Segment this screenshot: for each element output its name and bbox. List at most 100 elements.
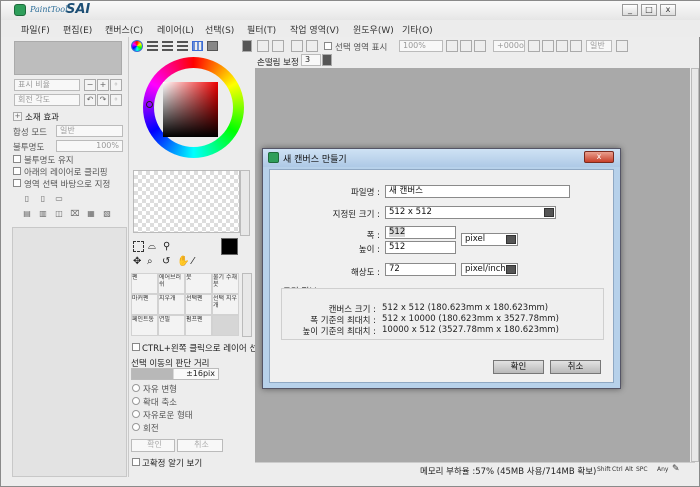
selection-source-checkbox[interactable] bbox=[13, 179, 21, 187]
display-mode-icon[interactable] bbox=[616, 40, 628, 52]
color-wheel-mode-icon[interactable] bbox=[131, 40, 143, 52]
tool-pen[interactable]: 펜 bbox=[131, 273, 158, 294]
menu-window[interactable]: 윈도우(W) bbox=[353, 23, 394, 36]
stabilizer-select[interactable]: 3 bbox=[301, 54, 321, 66]
filename-input[interactable]: 새 캔버스 bbox=[385, 185, 570, 198]
transform-ok-button[interactable]: 확인 bbox=[131, 439, 175, 452]
saturation-value-square[interactable] bbox=[163, 82, 218, 137]
eyedropper-icon[interactable]: ⁄ bbox=[192, 256, 194, 267]
zoom-field[interactable]: 100% bbox=[399, 40, 443, 52]
bottom-option-checkbox[interactable] bbox=[132, 458, 140, 466]
width-input[interactable]: 512 bbox=[385, 226, 456, 239]
menu-filter[interactable]: 필터(T) bbox=[247, 23, 276, 36]
tool-select-eraser[interactable]: 선택 지우개 bbox=[212, 294, 239, 315]
menu-other[interactable]: 기타(O) bbox=[402, 23, 433, 36]
free-transform-radio[interactable] bbox=[132, 384, 140, 392]
canvas-scrollbar[interactable] bbox=[691, 68, 699, 462]
move-icon[interactable]: ✥ bbox=[133, 256, 141, 267]
resolution-unit-select[interactable]: pixel/inch bbox=[461, 263, 518, 276]
swatch-mode-icon[interactable] bbox=[192, 41, 203, 51]
dialog-cancel-button[interactable]: 취소 bbox=[550, 360, 601, 374]
zoom-in-toolbar-icon[interactable] bbox=[460, 40, 472, 52]
clear-layer-icon[interactable]: ◫ bbox=[53, 209, 65, 221]
menu-workspace[interactable]: 작업 영역(V) bbox=[290, 23, 339, 36]
maximize-button[interactable]: □ bbox=[641, 4, 657, 16]
tool-empty-slot[interactable] bbox=[212, 315, 239, 336]
toolbar-menu-icon[interactable] bbox=[242, 40, 252, 52]
blend-mode-select[interactable]: 일반 bbox=[56, 125, 123, 137]
transfer-down-icon[interactable]: ▤ bbox=[21, 209, 33, 221]
scratch-pad-scrollbar[interactable] bbox=[240, 170, 250, 236]
zoom-tool-icon[interactable]: ⌕ bbox=[147, 256, 153, 267]
angle-field[interactable]: +000o bbox=[493, 40, 525, 52]
scratchpad-mode-icon[interactable] bbox=[207, 41, 218, 51]
rotate-left-button[interactable]: ↶ bbox=[84, 94, 96, 106]
menu-select[interactable]: 선택(S) bbox=[205, 23, 234, 36]
delete-layer-icon[interactable]: ⌧ bbox=[69, 209, 81, 221]
resolution-input[interactable]: 72 bbox=[385, 263, 456, 276]
tool-marker[interactable]: 마커펜 bbox=[131, 294, 158, 315]
menu-canvas[interactable]: 캔버스(C) bbox=[105, 23, 143, 36]
preset-size-select[interactable]: 512 x 512 bbox=[385, 206, 556, 219]
zoom-out-button[interactable]: − bbox=[84, 79, 96, 91]
unit-select[interactable]: pixel bbox=[461, 233, 518, 246]
hue-cursor-icon[interactable] bbox=[146, 101, 153, 108]
new-folder-icon[interactable]: ▭ bbox=[53, 194, 65, 206]
rotate-reset-button[interactable]: ◦ bbox=[110, 94, 122, 106]
free-form-radio[interactable] bbox=[132, 410, 140, 418]
rotate-cw-toolbar-icon[interactable] bbox=[542, 40, 554, 52]
invert-selection-icon[interactable] bbox=[306, 40, 318, 52]
tool-eraser[interactable]: 지우개 bbox=[158, 294, 185, 315]
rotate-reset-toolbar-icon[interactable] bbox=[556, 40, 568, 52]
rotate-tool-icon[interactable]: ↺ bbox=[162, 256, 170, 267]
opacity-slider[interactable]: 100% bbox=[56, 140, 123, 152]
rotate-right-button[interactable]: ↷ bbox=[97, 94, 109, 106]
zoom-reset-toolbar-icon[interactable] bbox=[474, 40, 486, 52]
height-input[interactable]: 512 bbox=[385, 241, 456, 254]
hand-icon[interactable]: ✋ bbox=[177, 256, 189, 267]
layer-extra-icon[interactable]: ▧ bbox=[101, 209, 113, 221]
rotate-ccw-toolbar-icon[interactable] bbox=[528, 40, 540, 52]
deselect-icon[interactable] bbox=[291, 40, 303, 52]
merge-down-icon[interactable]: ▥ bbox=[37, 209, 49, 221]
preserve-opacity-checkbox[interactable] bbox=[13, 155, 21, 163]
zoom-in-button[interactable]: + bbox=[97, 79, 109, 91]
zoom-ratio-field[interactable]: 표시 비율 bbox=[14, 79, 80, 91]
tool-airbrush[interactable]: 에어브러쉬 bbox=[158, 273, 185, 294]
lasso-icon[interactable]: ⌓ bbox=[148, 241, 156, 252]
menu-edit[interactable]: 편집(E) bbox=[63, 23, 92, 36]
expand-texture-icon[interactable]: + bbox=[13, 112, 22, 121]
new-layer-icon[interactable]: ▯ bbox=[21, 194, 33, 206]
tool-grid-scrollbar[interactable] bbox=[242, 273, 252, 337]
minimize-button[interactable]: _ bbox=[622, 4, 638, 16]
undo-icon[interactable] bbox=[257, 40, 269, 52]
rect-select-icon[interactable] bbox=[133, 241, 144, 252]
layer-list[interactable] bbox=[12, 227, 127, 477]
show-selection-checkbox[interactable] bbox=[324, 42, 332, 50]
tool-watercolor[interactable]: 물기 수채붓 bbox=[212, 273, 239, 294]
foreground-color-swatch[interactable] bbox=[221, 238, 238, 255]
dialog-title-bar[interactable]: 새 캔버스 만들기 x bbox=[263, 149, 620, 167]
zoom-out-toolbar-icon[interactable] bbox=[446, 40, 458, 52]
transform-cancel-button[interactable]: 취소 bbox=[177, 439, 223, 452]
dialog-ok-button[interactable]: 확인 bbox=[493, 360, 544, 374]
tool-brush[interactable]: 붓 bbox=[185, 273, 212, 294]
navigator-preview[interactable] bbox=[14, 41, 122, 75]
hsv-slider-mode-icon[interactable] bbox=[162, 41, 173, 51]
dialog-close-button[interactable]: x bbox=[584, 151, 614, 163]
rotate-radio[interactable] bbox=[132, 423, 140, 431]
zoom-reset-button[interactable]: ◦ bbox=[110, 79, 122, 91]
magic-wand-icon[interactable]: ⚲ bbox=[163, 241, 170, 252]
move-distance-slider[interactable]: ±16pix bbox=[131, 368, 219, 380]
new-linework-layer-icon[interactable]: ▯ bbox=[37, 194, 49, 206]
rgb-slider-mode-icon[interactable] bbox=[147, 41, 158, 51]
tool-select-pen[interactable]: 선택펜 bbox=[185, 294, 212, 315]
clipping-checkbox[interactable] bbox=[13, 167, 21, 175]
close-button[interactable]: x bbox=[660, 4, 676, 16]
mixer-mode-icon[interactable] bbox=[177, 41, 188, 51]
flip-icon[interactable] bbox=[570, 40, 582, 52]
redo-icon[interactable] bbox=[272, 40, 284, 52]
scratch-pad[interactable] bbox=[133, 170, 240, 233]
rotation-field[interactable]: 회전 각도 bbox=[14, 94, 80, 106]
ctrl-pick-checkbox[interactable] bbox=[132, 343, 140, 351]
